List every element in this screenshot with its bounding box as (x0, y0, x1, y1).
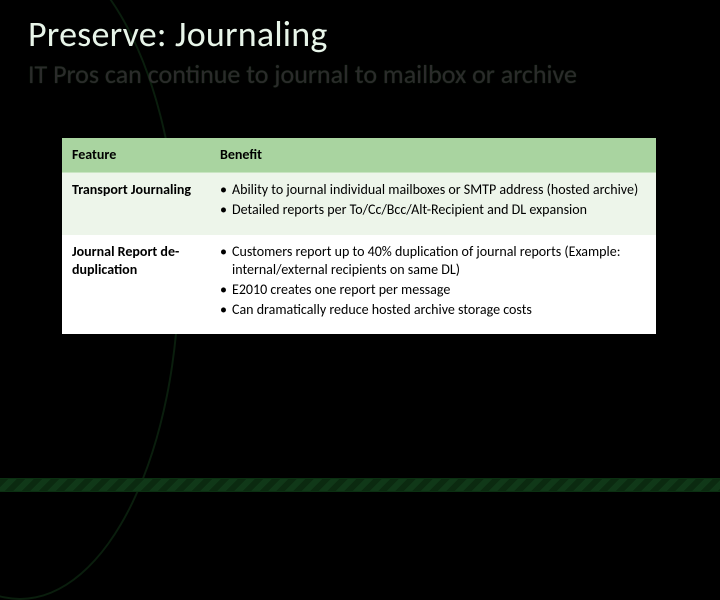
feature-table: Feature Benefit Transport Journaling Abi… (62, 138, 656, 334)
benefit-list: Ability to journal individual mailboxes … (220, 181, 646, 219)
benefit-item: Can dramatically reduce hosted archive s… (220, 301, 646, 319)
table-row: Journal Report de-duplication Customers … (62, 235, 656, 335)
decorative-band (0, 478, 720, 492)
benefit-item: Ability to journal individual mailboxes … (220, 181, 646, 199)
slide: Preserve: Journaling IT Pros can continu… (0, 0, 720, 540)
table-row: Transport Journaling Ability to journal … (62, 173, 656, 235)
benefit-item: Detailed reports per To/Cc/Bcc/Alt-Recip… (220, 201, 646, 219)
feature-cell: Journal Report de-duplication (62, 235, 210, 335)
feature-cell: Transport Journaling (62, 173, 210, 235)
benefit-cell: Customers report up to 40% duplication o… (210, 235, 656, 335)
column-header-feature: Feature (62, 138, 210, 173)
benefit-cell: Ability to journal individual mailboxes … (210, 173, 656, 235)
column-header-benefit: Benefit (210, 138, 656, 173)
page-subtitle: IT Pros can continue to journal to mailb… (28, 58, 577, 90)
feature-table-wrap: Feature Benefit Transport Journaling Abi… (62, 138, 656, 334)
benefit-item: E2010 creates one report per message (220, 281, 646, 299)
table-header-row: Feature Benefit (62, 138, 656, 173)
page-title: Preserve: Journaling (28, 12, 328, 56)
benefit-item: Customers report up to 40% duplication o… (220, 243, 646, 279)
benefit-list: Customers report up to 40% duplication o… (220, 243, 646, 319)
